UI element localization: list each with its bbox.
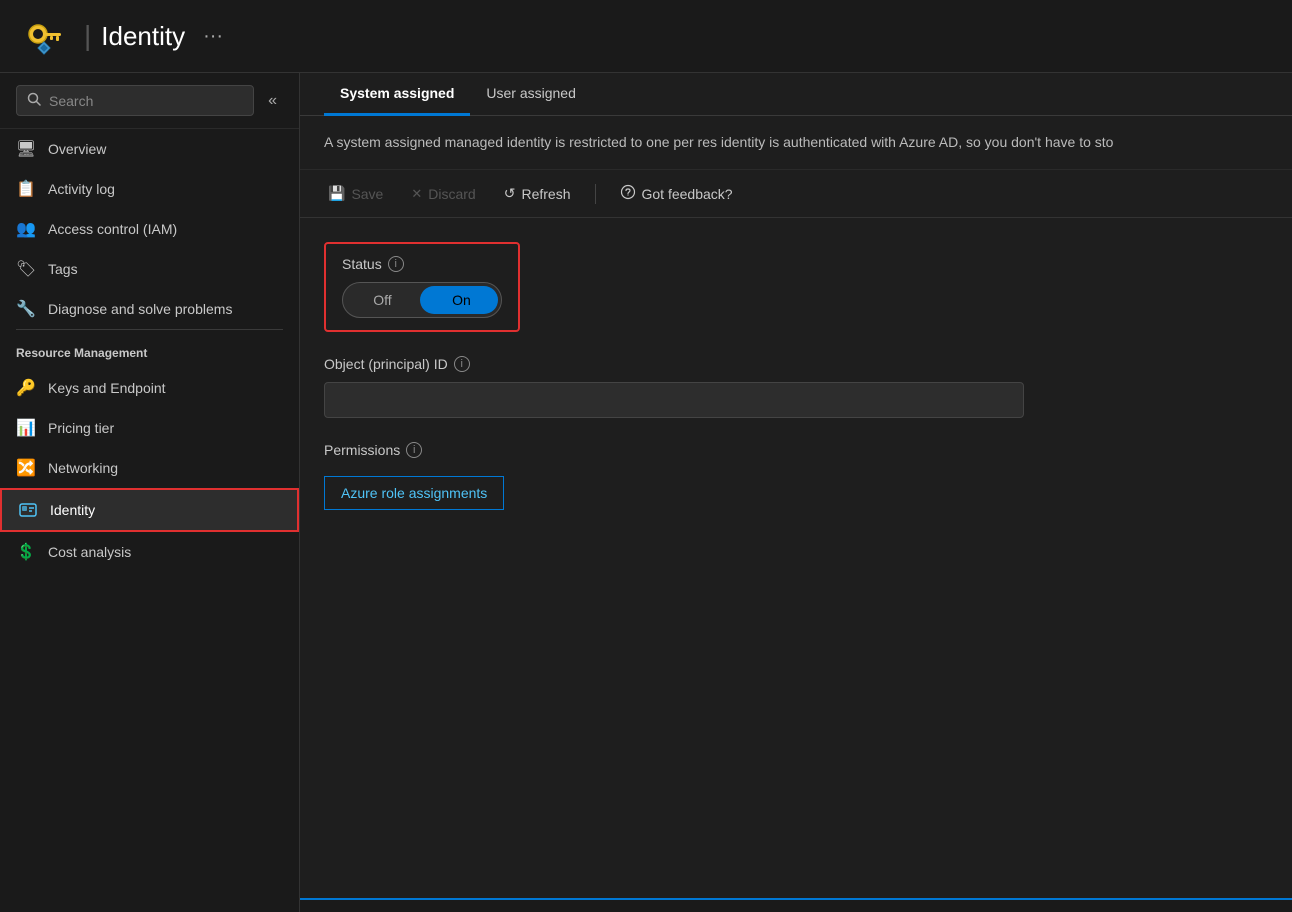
sidebar-item-label: Diagnose and solve problems: [48, 301, 232, 317]
page-title: Identity: [101, 21, 185, 52]
sidebar-item-keys-endpoint[interactable]: 🔑 Keys and Endpoint: [0, 368, 299, 408]
diagnose-icon: 🔧: [16, 299, 36, 319]
status-box: Status i Off On: [324, 242, 520, 332]
object-id-input[interactable]: [324, 382, 1024, 418]
sidebar-item-access-control[interactable]: 👥 Access control (IAM): [0, 209, 299, 249]
object-id-info-icon[interactable]: i: [454, 356, 470, 372]
identity-icon: [18, 500, 38, 520]
bottom-bar: [300, 898, 1292, 912]
save-icon: 💾: [328, 185, 345, 202]
resource-management-header: Resource Management: [0, 330, 299, 368]
discard-button[interactable]: ✕ Discard: [407, 182, 479, 206]
nav-top-section: 🖥 Overview 📋 Activity log 👥 Access contr…: [0, 129, 299, 329]
activity-log-icon: 📋: [16, 179, 36, 199]
cost-icon: 💲: [16, 542, 36, 562]
nav-resource-section: 🔑 Keys and Endpoint 📊 Pricing tier 🔀 Net…: [0, 368, 299, 572]
feedback-label: Got feedback?: [642, 186, 733, 202]
status-label: Status: [342, 256, 382, 272]
status-info-icon[interactable]: i: [388, 256, 404, 272]
sidebar-item-label: Activity log: [48, 181, 115, 197]
tabs-container: System assigned User assigned: [300, 73, 1292, 116]
header-divider: |: [84, 20, 91, 52]
sidebar-item-label: Networking: [48, 460, 118, 476]
search-placeholder: Search: [49, 93, 93, 109]
discard-label: Discard: [428, 186, 475, 202]
status-label-row: Status i: [342, 256, 502, 272]
feedback-icon: [620, 184, 636, 203]
header-title-area: | Identity ···: [84, 20, 223, 52]
collapse-button[interactable]: «: [262, 86, 283, 116]
toggle-on-option[interactable]: On: [422, 282, 501, 318]
sidebar-item-pricing-tier[interactable]: 📊 Pricing tier: [0, 408, 299, 448]
sidebar: Search « 🖥 Overview 📋 Activity log 👥 Acc…: [0, 73, 300, 912]
app-icon: [20, 12, 68, 60]
tab-system-assigned[interactable]: System assigned: [324, 73, 470, 116]
sidebar-item-label: Identity: [50, 502, 95, 518]
tags-icon: 🏷: [16, 259, 36, 279]
sidebar-item-overview[interactable]: 🖥 Overview: [0, 129, 299, 169]
sidebar-item-networking[interactable]: 🔀 Networking: [0, 448, 299, 488]
tab-user-assigned[interactable]: User assigned: [470, 73, 592, 116]
sidebar-item-label: Tags: [48, 261, 78, 277]
permissions-label: Permissions i: [324, 442, 1268, 458]
pricing-icon: 📊: [16, 418, 36, 438]
status-toggle[interactable]: Off On: [342, 282, 502, 318]
sidebar-item-label: Pricing tier: [48, 420, 114, 436]
sidebar-item-label: Cost analysis: [48, 544, 131, 560]
sidebar-item-label: Keys and Endpoint: [48, 380, 166, 396]
iam-icon: 👥: [16, 219, 36, 239]
object-id-field-group: Object (principal) ID i: [324, 356, 1268, 418]
search-container: Search «: [0, 73, 299, 129]
refresh-button[interactable]: ↺ Refresh: [500, 181, 575, 206]
sidebar-item-cost-analysis[interactable]: 💲 Cost analysis: [0, 532, 299, 572]
sidebar-item-label: Overview: [48, 141, 106, 157]
search-input[interactable]: Search: [16, 85, 254, 116]
permissions-label-text: Permissions: [324, 442, 400, 458]
sidebar-item-diagnose[interactable]: 🔧 Diagnose and solve problems: [0, 289, 299, 329]
networking-icon: 🔀: [16, 458, 36, 478]
overview-icon: 🖥: [16, 139, 36, 159]
sidebar-item-identity[interactable]: Identity: [0, 488, 299, 532]
status-field-group: Status i Off On: [324, 242, 1268, 332]
more-options-button[interactable]: ···: [203, 25, 223, 48]
toolbar-separator: [595, 184, 596, 204]
toolbar: 💾 Save ✕ Discard ↺ Refresh: [300, 170, 1292, 218]
keys-icon: 🔑: [16, 378, 36, 398]
sidebar-item-tags[interactable]: 🏷 Tags: [0, 249, 299, 289]
sidebar-item-activity-log[interactable]: 📋 Activity log: [0, 169, 299, 209]
main-content: Status i Off On Object (principal) ID i: [300, 218, 1292, 898]
permissions-info-icon[interactable]: i: [406, 442, 422, 458]
azure-role-assignments-button[interactable]: Azure role assignments: [324, 476, 504, 510]
top-header: | Identity ···: [0, 0, 1292, 73]
toggle-off-option[interactable]: Off: [343, 282, 422, 318]
search-icon: [27, 92, 41, 109]
sidebar-item-label: Access control (IAM): [48, 221, 177, 237]
discard-icon: ✕: [411, 186, 422, 202]
content-area: System assigned User assigned A system a…: [300, 73, 1292, 912]
refresh-icon: ↺: [504, 185, 516, 202]
description-text: A system assigned managed identity is re…: [300, 116, 1292, 170]
feedback-button[interactable]: Got feedback?: [616, 180, 737, 207]
save-button[interactable]: 💾 Save: [324, 181, 387, 206]
save-label: Save: [351, 186, 383, 202]
refresh-label: Refresh: [521, 186, 570, 202]
main-layout: Search « 🖥 Overview 📋 Activity log 👥 Acc…: [0, 73, 1292, 912]
object-id-label-text: Object (principal) ID: [324, 356, 448, 372]
object-id-label: Object (principal) ID i: [324, 356, 1268, 372]
permissions-field-group: Permissions i Azure role assignments: [324, 442, 1268, 510]
